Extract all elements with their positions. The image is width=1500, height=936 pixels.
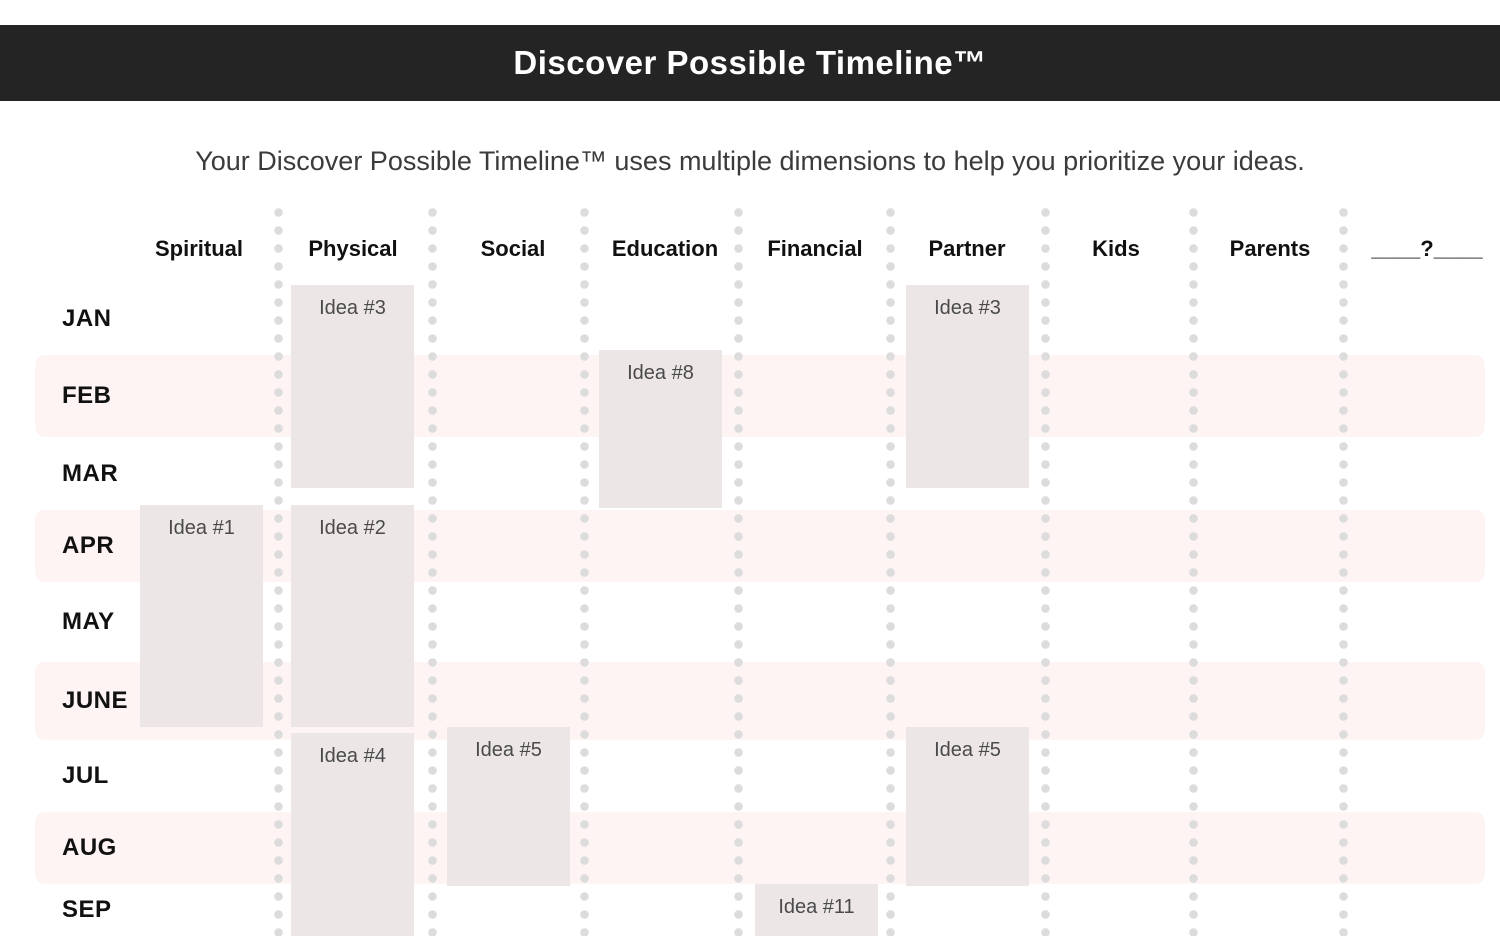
column-header-kids: Kids — [1092, 236, 1140, 261]
month-label-apr: APR — [62, 532, 115, 559]
idea-block[interactable]: Idea #8 — [599, 350, 722, 508]
idea-block[interactable]: Idea #5 — [906, 727, 1029, 886]
idea-block-label: Idea #4 — [319, 745, 386, 767]
idea-block-label: Idea #1 — [168, 517, 235, 539]
column-divider-dotted — [1339, 208, 1348, 936]
column-divider-dotted — [1041, 208, 1050, 936]
month-row-band — [35, 812, 1485, 884]
month-row-band — [35, 355, 1485, 437]
idea-block[interactable]: Idea #1 — [140, 505, 263, 727]
column-divider-dotted — [428, 208, 437, 936]
title-bar: Discover Possible Timeline™ — [0, 25, 1500, 101]
idea-block-label: Idea #3 — [319, 297, 386, 319]
month-label-jan: JAN — [62, 305, 112, 332]
month-label-june: JUNE — [62, 687, 129, 714]
idea-block[interactable]: Idea #2 — [291, 505, 414, 727]
month-label-mar: MAR — [62, 459, 119, 487]
idea-block-label: Idea #3 — [934, 297, 1001, 319]
column-divider-dotted — [580, 208, 589, 936]
column-header-parents: Parents — [1229, 236, 1311, 261]
timeline-grid: Spiritual Physical Social Education Financia… — [0, 0, 1500, 936]
column-divider-dotted — [734, 208, 743, 936]
column-divider-dotted — [886, 208, 895, 936]
idea-block[interactable]: Idea #4 — [291, 733, 414, 936]
column-divider-dotted — [274, 208, 283, 936]
idea-block-label: Idea #5 — [934, 739, 1001, 761]
column-divider-dotted — [1189, 208, 1198, 936]
month-label-sep: SEP — [62, 896, 112, 923]
month-label-aug: AUG — [62, 834, 117, 861]
idea-block[interactable]: Idea #5 — [447, 727, 570, 886]
subtitle-text: Your Discover Possible Timeline™ uses mu… — [195, 146, 1305, 176]
idea-block[interactable]: Idea #3 — [906, 285, 1029, 488]
column-header-: ____?____ — [1371, 236, 1483, 261]
idea-block-label: Idea #11 — [778, 896, 855, 918]
idea-block-label: Idea #8 — [627, 362, 694, 384]
month-label-may: MAY — [62, 608, 115, 635]
idea-block-label: Idea #5 — [475, 739, 542, 761]
idea-block[interactable]: Idea #3 — [291, 285, 414, 488]
idea-block[interactable]: Idea #11 — [755, 884, 878, 936]
idea-block-label: Idea #2 — [319, 517, 386, 539]
column-header-physical: Physical — [308, 236, 398, 261]
month-label-jul: JUL — [62, 762, 109, 789]
page-title: Discover Possible Timeline™ — [513, 44, 987, 81]
month-label-feb: FEB — [62, 382, 112, 409]
column-header-spiritual: Spiritual — [154, 236, 243, 261]
